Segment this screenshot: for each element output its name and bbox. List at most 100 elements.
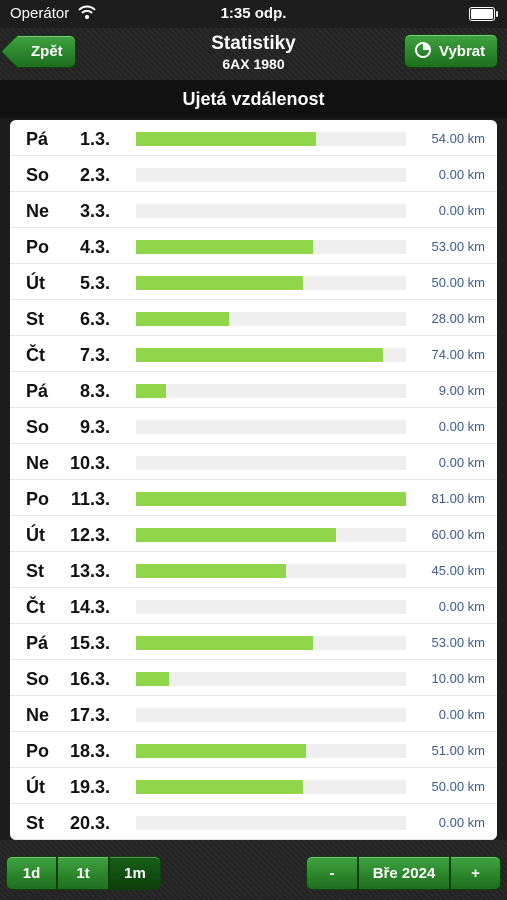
date-label: 6.3. <box>79 309 110 329</box>
distance-bar <box>136 672 170 686</box>
day-label: St <box>26 561 44 581</box>
status-bar: Operátor 1:35 odp. <box>0 0 507 28</box>
table-row: St 13.3. 45.00 km <box>10 552 497 588</box>
date-label: 18.3. <box>70 741 111 761</box>
select-button[interactable]: Vybrat <box>404 34 498 68</box>
table-row: Po 4.3. 53.00 km <box>10 228 497 264</box>
date-label: 14.3. <box>70 597 111 617</box>
day-label: So <box>26 165 50 185</box>
day-label: Pá <box>26 381 49 401</box>
table-row: So 9.3. 0.00 km <box>10 408 497 444</box>
day-label: Po <box>26 489 50 509</box>
date-label: 8.3. <box>79 381 110 401</box>
distance-bar <box>136 348 383 362</box>
distance-bar-track <box>136 420 406 434</box>
date-label: 10.3. <box>70 453 111 473</box>
distance-value: 45.00 km <box>431 563 485 578</box>
date-label: 16.3. <box>70 669 111 689</box>
distance-bar <box>136 132 316 146</box>
distance-bar <box>136 276 303 290</box>
distance-bar <box>136 528 336 542</box>
distance-bar <box>136 636 313 650</box>
day-label: Čt <box>26 597 45 617</box>
navigation-bar: Zpět Statistiky 6AX 1980 Vybrat <box>0 28 507 81</box>
select-button-label: Vybrat <box>439 43 486 60</box>
distance-bar-track <box>136 456 406 470</box>
distance-bar-track <box>136 492 406 506</box>
distance-value: 81.00 km <box>431 491 485 506</box>
distance-value: 9.00 km <box>438 383 485 398</box>
distance-value: 53.00 km <box>431 239 485 254</box>
table-row: So 2.3. 0.00 km <box>10 156 497 192</box>
distance-value: 51.00 km <box>431 743 485 758</box>
day-label: Pá <box>26 129 49 149</box>
table-row: Ne 10.3. 0.00 km <box>10 444 497 480</box>
day-label: Čt <box>26 345 45 365</box>
date-label: 9.3. <box>79 417 110 437</box>
distance-bar-track <box>136 672 406 686</box>
date-label: 1.3. <box>79 129 110 149</box>
distance-bar-track <box>136 276 406 290</box>
day-label: Ne <box>26 705 50 725</box>
table-row: Čt 7.3. 74.00 km <box>10 336 497 372</box>
previous-month-button[interactable]: - <box>306 856 358 890</box>
day-label: Ne <box>26 453 50 473</box>
table-row: Út 12.3. 60.00 km <box>10 516 497 552</box>
distance-bar <box>136 780 303 794</box>
distance-value: 0.00 km <box>438 203 485 218</box>
distance-value: 0.00 km <box>438 599 485 614</box>
table-row: Út 5.3. 50.00 km <box>10 264 497 300</box>
table-row: Čt 14.3. 0.00 km <box>10 588 497 624</box>
distance-bar-track <box>136 780 406 794</box>
table-row: Ne 17.3. 0.00 km <box>10 696 497 732</box>
distance-bar-track <box>136 636 406 650</box>
distance-bar <box>136 492 406 506</box>
day-label: So <box>26 417 50 437</box>
day-label: Pá <box>26 633 49 653</box>
distance-bar-track <box>136 204 406 218</box>
period-1d-button[interactable]: 1d <box>6 856 57 890</box>
distance-bar-track <box>136 348 406 362</box>
period-1m-button[interactable]: 1m <box>109 856 161 890</box>
day-label: Út <box>26 273 45 293</box>
distance-bar-track <box>136 168 406 182</box>
date-label: 15.3. <box>70 633 111 653</box>
period-1t-button[interactable]: 1t <box>57 856 109 890</box>
distance-value: 50.00 km <box>431 779 485 794</box>
date-label: 7.3. <box>79 345 110 365</box>
day-label: Út <box>26 777 45 797</box>
distance-bar-track <box>136 816 406 830</box>
table-row: Po 11.3. 81.00 km <box>10 480 497 516</box>
distance-bar <box>136 744 306 758</box>
distance-value: 54.00 km <box>431 131 485 146</box>
distance-bar <box>136 312 230 326</box>
battery-icon <box>469 7 498 21</box>
distance-list[interactable]: Pá 1.3. 54.00 km So 2.3. 0.00 km Ne 3.3. 0.00 km… <box>10 120 497 840</box>
distance-bar <box>136 240 313 254</box>
distance-value: 0.00 km <box>438 419 485 434</box>
table-row: So 16.3. 10.00 km <box>10 660 497 696</box>
table-row: Pá 1.3. 54.00 km <box>10 120 497 156</box>
distance-bar-track <box>136 708 406 722</box>
date-label: 5.3. <box>79 273 110 293</box>
date-label: 13.3. <box>70 561 111 581</box>
distance-bar-track <box>136 744 406 758</box>
distance-value: 50.00 km <box>431 275 485 290</box>
distance-bar-track <box>136 528 406 542</box>
next-month-button[interactable]: + <box>450 856 501 890</box>
table-row: St 20.3. 0.00 km <box>10 804 497 840</box>
distance-value: 0.00 km <box>438 167 485 182</box>
table-row: Út 19.3. 50.00 km <box>10 768 497 804</box>
date-label: 20.3. <box>70 813 111 833</box>
table-row: Pá 15.3. 53.00 km <box>10 624 497 660</box>
month-selector-button[interactable]: Bře 2024 <box>358 856 450 890</box>
distance-value: 53.00 km <box>431 635 485 650</box>
day-label: Po <box>26 237 50 257</box>
distance-bar-track <box>136 312 406 326</box>
bottom-toolbar: 1d 1t 1m - Bře 2024 + <box>0 840 507 900</box>
date-label: 4.3. <box>79 237 110 257</box>
day-label: Po <box>26 741 50 761</box>
section-title: Ujetá vzdálenost <box>0 80 507 118</box>
distance-bar-track <box>136 240 406 254</box>
table-row: St 6.3. 28.00 km <box>10 300 497 336</box>
